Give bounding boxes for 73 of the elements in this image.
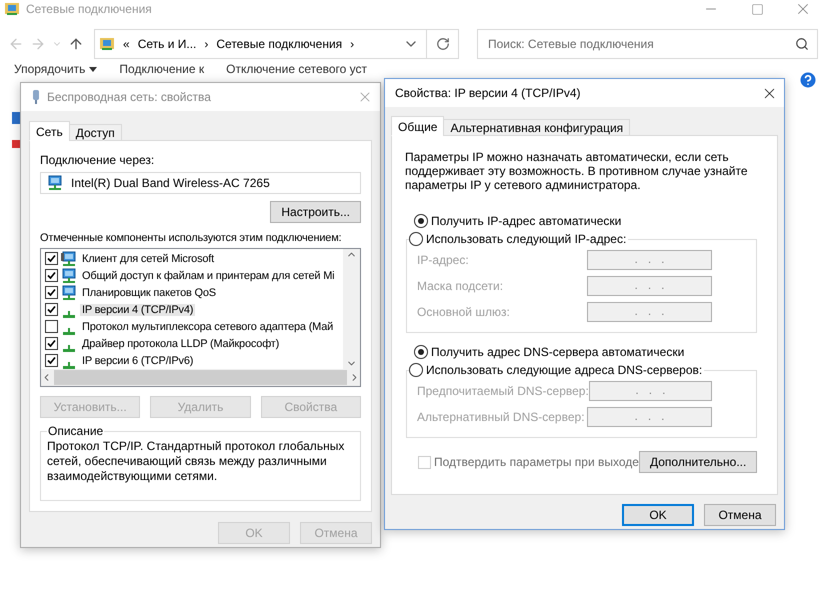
toolbar-item[interactable]: Подключение к xyxy=(119,62,204,76)
network-folder-icon xyxy=(99,36,115,52)
ok-button[interactable]: OK xyxy=(622,504,694,526)
checkbox[interactable] xyxy=(45,320,58,333)
radio-button[interactable] xyxy=(414,345,428,359)
adapter-name: Intel(R) Dual Band Wireless-AC 7265 xyxy=(71,176,270,190)
list-item[interactable]: Драйвер протокола LLDP (Майкрософт) xyxy=(80,338,282,350)
configure-button[interactable]: Настроить... xyxy=(270,201,361,223)
window-title: Сетевые подключения xyxy=(26,2,153,16)
radio-label[interactable]: Использовать следующий IP-адрес: xyxy=(426,232,626,246)
tab[interactable]: Альтернативная конфигурация xyxy=(443,119,630,136)
toolbar-item[interactable]: Отключение сетевого уст xyxy=(226,62,368,76)
network-monitor-icon xyxy=(61,284,77,300)
list-item[interactable]: Общий доступ к файлам и принтерам для сетей Mi xyxy=(80,270,336,282)
protocol-icon xyxy=(63,310,75,318)
checkbox[interactable] xyxy=(45,303,58,316)
checkbox[interactable] xyxy=(45,252,58,265)
network-monitor-icon xyxy=(61,268,77,284)
list-item[interactable]: Планировщик пакетов QoS xyxy=(80,286,218,298)
description-text: Протокол TCP/IP. Стандартный протокол глобальных сетей, обеспечивающий связь между различными взаимодействующими сетями. xyxy=(47,439,346,484)
advanced-button[interactable]: Дополнительно... xyxy=(638,451,757,473)
checkbox-label: Подтвердить параметры при выходе xyxy=(434,455,639,469)
protocol-icon xyxy=(63,328,75,334)
radio-button[interactable] xyxy=(414,214,428,228)
field-label: Маска подсети: xyxy=(417,279,504,293)
radio-label[interactable]: Получить IP-адрес автоматически xyxy=(431,214,622,228)
toolbar-item[interactable]: Упорядочить xyxy=(14,62,98,76)
up-icon[interactable] xyxy=(68,36,84,52)
field-label: IP-адрес: xyxy=(417,253,469,267)
protocol-icon xyxy=(63,344,75,352)
intro-text: Параметры IP можно назначать автоматически, если сеть поддерживает эту возможность. В противном случае узнайте параметры IP у сетевого администратора. xyxy=(405,150,749,192)
network-monitor-icon xyxy=(61,250,77,266)
components-label: Отмеченные компоненты используются этим подключением: xyxy=(40,232,342,244)
adapter-icon xyxy=(31,89,41,105)
list-item[interactable]: Клиент для сетей Microsoft xyxy=(80,252,216,264)
horizontal-scrollbar[interactable] xyxy=(41,369,360,386)
search-field[interactable]: Поиск: Сетевые подключения xyxy=(477,29,818,59)
protocol-icon xyxy=(63,362,75,368)
group-title: Описание xyxy=(47,424,104,438)
vertical-scrollbar[interactable] xyxy=(343,249,360,369)
network-monitor-icon xyxy=(47,175,63,191)
field-label: Основной шлюз: xyxy=(417,305,510,319)
address-bar[interactable]: « Сеть и И... › Сетевые подключения › xyxy=(94,29,459,59)
list-item[interactable]: IP версии 4 (TCP/IPv4) xyxy=(80,304,196,316)
radio-button[interactable] xyxy=(409,363,423,377)
field-label: Альтернативный DNS-сервер: xyxy=(417,410,585,424)
connect-through-label: Подключение через: xyxy=(40,153,156,167)
list-item[interactable]: IP версии 6 (TCP/IPv6) xyxy=(80,354,196,366)
field-label: Предпочитаемый DNS-сервер: xyxy=(417,384,589,398)
tab[interactable]: Доступ xyxy=(68,124,122,141)
radio-label[interactable]: Получить адрес DNS-сервера автоматически xyxy=(431,345,684,359)
dialog-title: Беспроводная сеть: свойства xyxy=(47,90,212,104)
checkbox[interactable] xyxy=(45,337,58,350)
breadcrumb[interactable]: Сеть и И... xyxy=(138,37,196,51)
caret-icon xyxy=(89,66,98,72)
breadcrumb-separator[interactable]: › xyxy=(350,37,354,51)
breadcrumb-overflow[interactable]: « xyxy=(123,37,130,51)
checkbox[interactable] xyxy=(45,286,58,299)
list-item[interactable]: Протокол мультиплексора сетевого адаптера (Май xyxy=(80,320,336,332)
dialog-title: Свойства: IP версии 4 (TCP/IPv4) xyxy=(395,86,582,100)
radio-button[interactable] xyxy=(409,232,423,246)
search-input[interactable]: Поиск: Сетевые подключения xyxy=(486,36,795,52)
search-icon[interactable] xyxy=(795,37,809,51)
tab[interactable]: Общие xyxy=(391,116,444,136)
help-icon[interactable] xyxy=(798,70,818,90)
network-folder-icon xyxy=(4,1,20,17)
checkbox[interactable] xyxy=(45,269,58,282)
breadcrumb-separator[interactable]: › xyxy=(204,37,208,51)
cancel-button[interactable]: Отмена xyxy=(704,504,776,526)
checkbox[interactable] xyxy=(45,354,58,367)
radio-label[interactable]: Использовать следующие адреса DNS-серверов: xyxy=(426,363,702,377)
breadcrumb[interactable]: Сетевые подключения xyxy=(216,37,342,51)
tab[interactable]: Сеть xyxy=(29,121,70,141)
